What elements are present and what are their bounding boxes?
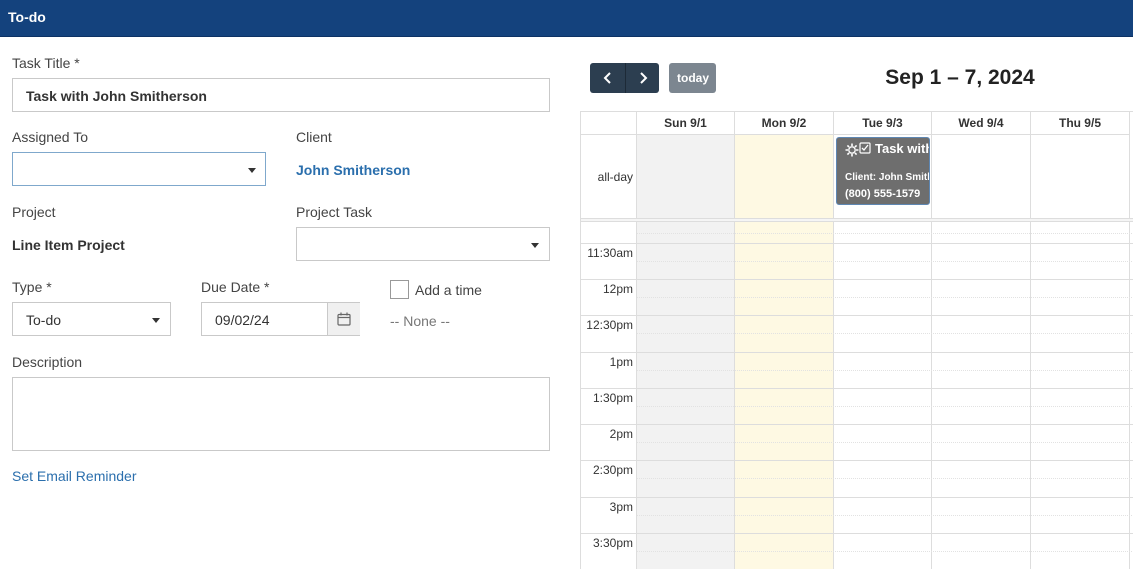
grid-line <box>637 370 1133 371</box>
grid-line <box>637 233 1133 234</box>
time-label: 11:30am <box>587 246 633 260</box>
calendar-button[interactable] <box>327 303 360 335</box>
assigned-to-label: Assigned To <box>12 129 89 145</box>
grid-line <box>637 297 1133 298</box>
window-title: To-do <box>8 9 46 25</box>
time-label: 3pm <box>609 500 633 514</box>
day-header-label: Wed 9/4 <box>958 116 1004 130</box>
task-title-label: Task Title * <box>12 55 80 71</box>
assigned-to-select[interactable] <box>12 152 266 186</box>
today-label: today <box>677 71 710 85</box>
grid-line <box>581 424 1133 425</box>
chevron-down-icon <box>531 243 539 248</box>
event-client: Client: John Smitherson <box>845 172 929 183</box>
grid-line <box>581 279 1133 280</box>
next-week-button[interactable] <box>625 63 659 93</box>
grid-line <box>637 333 1133 334</box>
day-header-label: Thu 9/5 <box>1058 116 1101 130</box>
chevron-down-icon <box>152 318 160 323</box>
task-title-input[interactable]: Task with John Smitherson <box>12 78 550 112</box>
time-label: 12:30pm <box>586 318 633 332</box>
day-header-blank <box>581 112 637 135</box>
day-header-label: Tue 9/3 <box>862 116 903 130</box>
day-header: Sun 9/1 <box>637 112 735 135</box>
prev-week-button[interactable] <box>590 63 625 93</box>
grid-line <box>637 442 1133 443</box>
task-title-value: Task with John Smitherson <box>26 88 207 104</box>
set-email-reminder-link[interactable]: Set Email Reminder <box>12 468 137 484</box>
grid-line <box>581 315 1133 316</box>
allday-label: all-day <box>597 170 633 184</box>
grid-line <box>581 388 1133 389</box>
day-header: Thu 9/5 <box>1031 112 1130 135</box>
description-label: Description <box>12 354 83 370</box>
grid-line <box>581 243 1133 244</box>
day-header: Mon 9/2 <box>735 112 834 135</box>
add-time-checkbox[interactable] <box>390 280 409 299</box>
chevron-right-icon <box>640 72 648 84</box>
grid-line <box>637 406 1133 407</box>
time-label: 3:30pm <box>592 536 633 550</box>
grid-line <box>637 515 1133 516</box>
day-column-wed[interactable] <box>932 112 1031 569</box>
grid-line <box>581 352 1133 353</box>
due-date-input[interactable]: 09/02/24 <box>201 302 360 336</box>
calendar-icon <box>337 312 351 326</box>
project-task-select[interactable] <box>296 227 550 261</box>
calendar-grid: Sun 9/1 Mon 9/2 Tue 9/3 Wed 9/4 Thu 9/5 … <box>580 111 1133 569</box>
grid-line <box>637 478 1133 479</box>
type-label: Type * <box>12 279 52 295</box>
add-time-label: Add a time <box>415 282 482 298</box>
day-header-label: Sun 9/1 <box>664 116 707 130</box>
day-column-thu[interactable] <box>1031 112 1130 569</box>
event-phone: (800) 555-1579 <box>845 188 921 200</box>
client-link[interactable]: John Smitherson <box>296 162 410 178</box>
title-bar: To-do <box>0 0 1133 37</box>
day-header-label: Mon 9/2 <box>761 116 807 130</box>
type-value: To-do <box>26 312 62 328</box>
chevron-left-icon <box>603 72 611 84</box>
time-label: 2:30pm <box>592 463 633 477</box>
day-column-mon[interactable] <box>735 112 834 569</box>
event-title: Task with John Smitherson <box>875 141 929 156</box>
time-label: 2pm <box>609 427 633 441</box>
calendar-event[interactable]: Task with John Smitherson Client: John S… <box>836 137 930 205</box>
grid-line <box>581 497 1133 498</box>
project-value: Line Item Project <box>12 237 125 253</box>
time-label: 1:30pm <box>592 391 633 405</box>
time-label: 12pm <box>602 282 633 296</box>
project-task-label: Project Task <box>296 204 372 220</box>
allday-separator <box>581 218 1133 222</box>
grid-line <box>637 551 1133 552</box>
day-header: Tue 9/3 <box>834 112 932 135</box>
client-label: Client <box>296 129 332 145</box>
day-column-sun[interactable] <box>637 112 735 569</box>
checklist-icon <box>859 141 871 159</box>
day-header: Wed 9/4 <box>932 112 1031 135</box>
chevron-down-icon <box>248 168 256 173</box>
description-textarea[interactable] <box>12 377 550 451</box>
grid-line <box>637 261 1133 262</box>
calendar-title: Sep 1 – 7, 2024 <box>885 66 1035 89</box>
due-date-value: 09/02/24 <box>215 312 270 328</box>
time-label: 1pm <box>609 355 633 369</box>
grid-line <box>581 460 1133 461</box>
due-date-label: Due Date * <box>201 279 270 295</box>
grid-line <box>581 533 1133 534</box>
today-button[interactable]: today <box>669 63 716 93</box>
type-select[interactable]: To-do <box>12 302 171 336</box>
time-value: -- None -- <box>390 313 450 329</box>
project-label: Project <box>12 204 56 220</box>
